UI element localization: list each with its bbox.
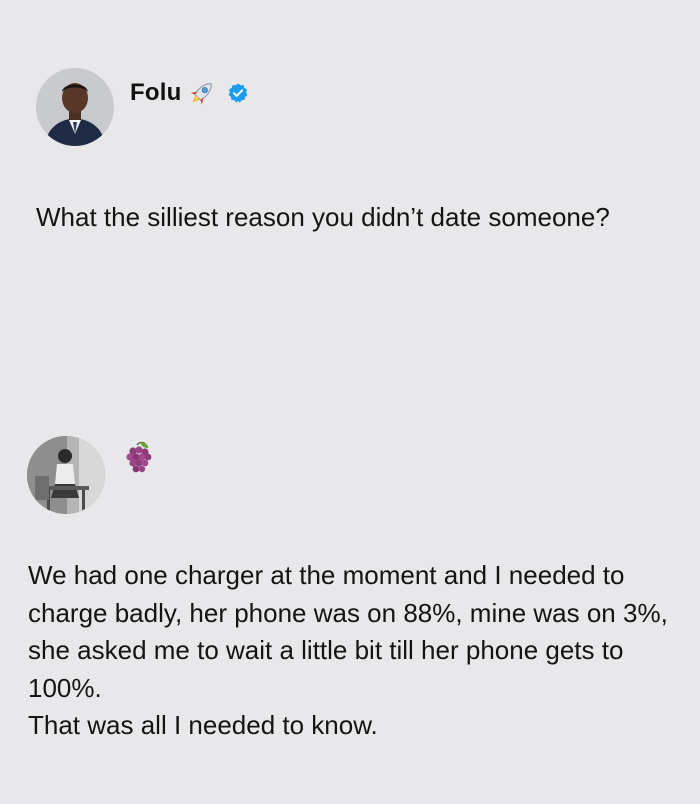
reply-header [27, 436, 155, 514]
tweet-post: Folu [36, 68, 676, 146]
reply-paragraph: We had one charger at the moment and I n… [28, 560, 668, 703]
author-name[interactable]: Folu [130, 79, 181, 107]
tweet-header: Folu [36, 68, 676, 146]
verified-badge-icon [227, 82, 249, 104]
avatar[interactable] [36, 68, 114, 146]
author-name-row: Folu [130, 78, 249, 108]
rocket-icon [187, 78, 217, 108]
reply-text: We had one charger at the moment and I n… [28, 557, 678, 745]
avatar[interactable] [27, 436, 105, 514]
reply-paragraph: That was all I needed to know. [28, 710, 378, 740]
grapes-icon [121, 440, 155, 474]
tweet-text: What the silliest reason you didn’t date… [36, 202, 610, 232]
